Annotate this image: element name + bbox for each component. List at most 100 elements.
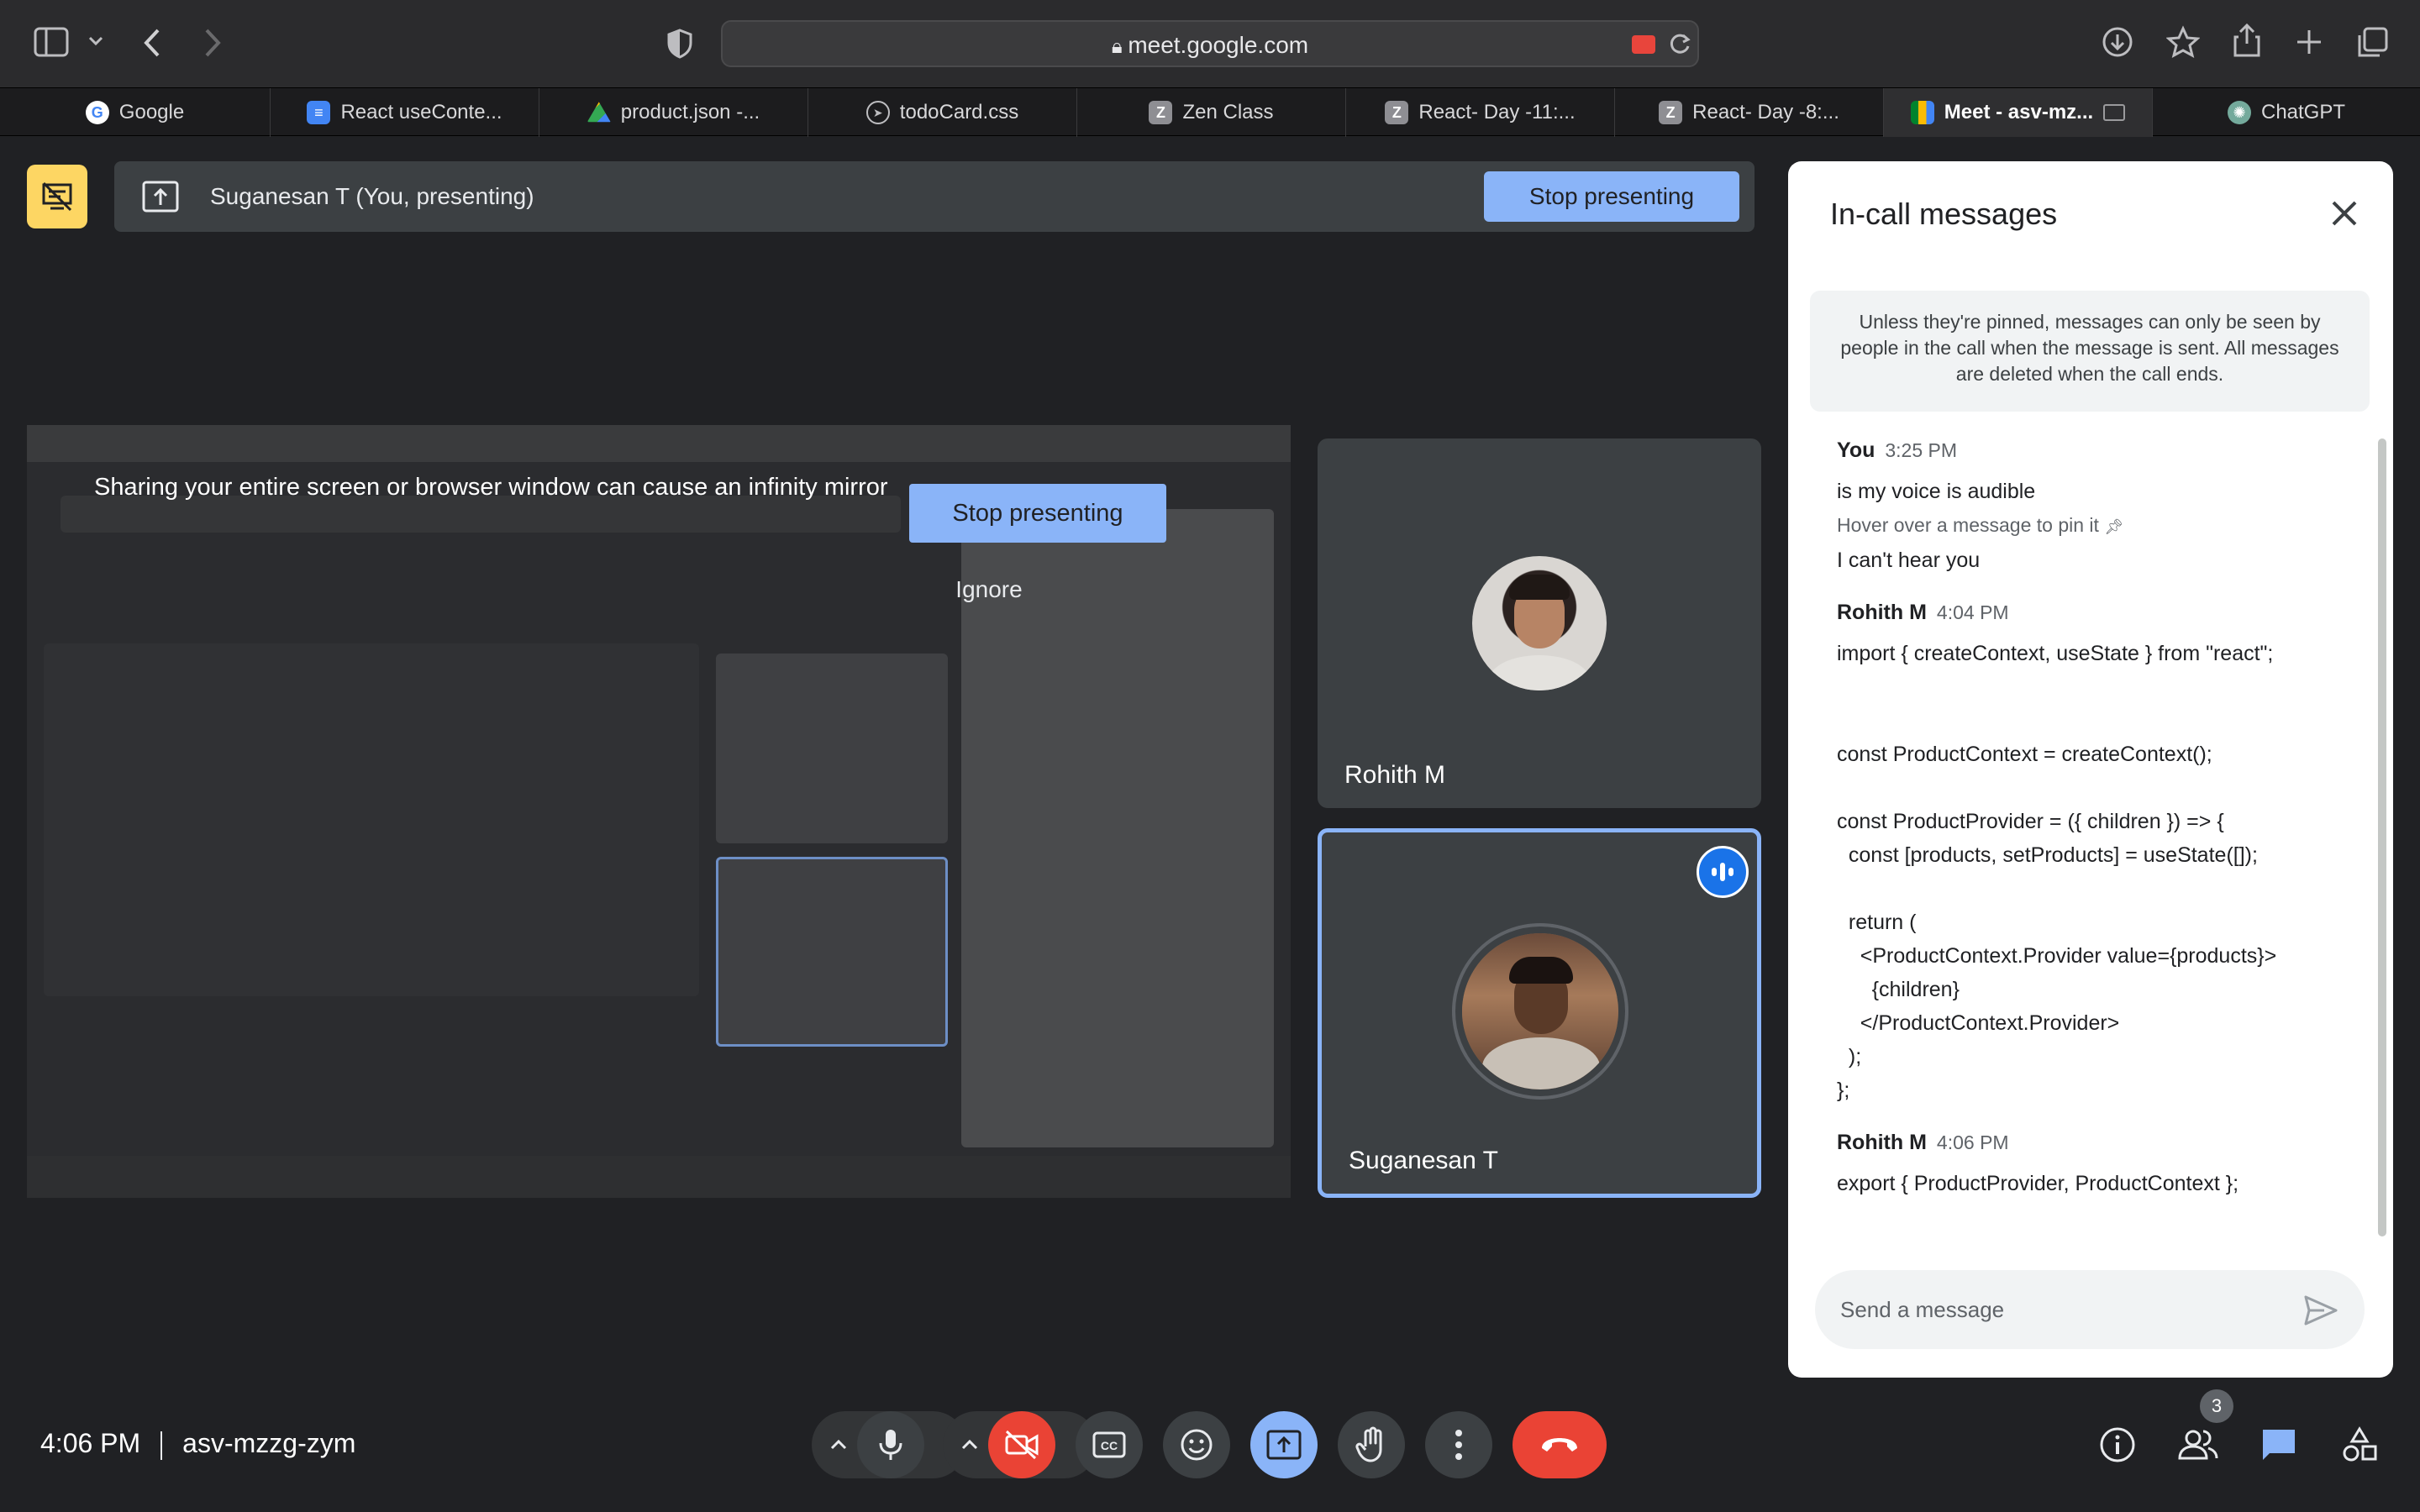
speaking-indicator-icon	[1697, 846, 1749, 898]
presentation-off-icon	[42, 181, 72, 212]
tab-zen-class[interactable]: Z Zen Class	[1077, 88, 1346, 137]
message-list[interactable]: You 3:25 PM is my voice is audible Hover …	[1837, 438, 2324, 1224]
ignore-button[interactable]: Ignore	[926, 576, 1052, 603]
message-code-line	[1837, 872, 2324, 906]
close-icon[interactable]	[2326, 195, 2363, 232]
shield-icon[interactable]	[667, 29, 692, 59]
tab-react-usecontext[interactable]: ≡ React useConte...	[271, 88, 539, 137]
present-now-button[interactable]	[1250, 1411, 1318, 1478]
tab-screen-icon	[2103, 104, 2126, 121]
participant-tile-rohith[interactable]: Rohith M	[1318, 438, 1761, 808]
avatar-shirt	[1482, 1037, 1600, 1089]
message-time: 4:06 PM	[1936, 1131, 2009, 1153]
message-code-line: {children}	[1837, 978, 1960, 1001]
microphone-icon	[879, 1430, 902, 1460]
message-code-line	[1837, 670, 2324, 704]
activities-button[interactable]	[2334, 1420, 2385, 1470]
reload-icon[interactable]	[1667, 32, 1692, 57]
download-icon[interactable]	[2101, 25, 2134, 59]
browser-toolbar: 🔒︎ meet.google.com	[0, 0, 2420, 87]
message-code-line: <ProductContext.Provider value={products…	[1837, 944, 2277, 968]
chevron-down-icon[interactable]	[87, 35, 104, 47]
tab-react-day-8[interactable]: Z React- Day -8:...	[1615, 88, 1884, 137]
info-icon	[2100, 1427, 2135, 1462]
z-icon: Z	[1385, 101, 1409, 124]
message-code-line: return (	[1837, 911, 1917, 934]
address-bar[interactable]: 🔒︎ meet.google.com	[721, 20, 1699, 67]
message-time: 3:25 PM	[1885, 439, 1958, 461]
message-code-line: const ProductContext = createContext();	[1837, 743, 2212, 766]
message-code-line: </ProductContext.Provider>	[1837, 1011, 2120, 1035]
presenting-label: Suganesan T (You, presenting)	[210, 183, 534, 209]
drive-icon	[587, 102, 611, 123]
leave-call-button[interactable]	[1512, 1411, 1607, 1478]
camera-button[interactable]	[988, 1411, 1055, 1478]
meet-icon	[1910, 101, 1934, 124]
meeting-details-button[interactable]	[2092, 1420, 2143, 1470]
sidebar-toggle-icon[interactable]	[34, 27, 69, 57]
stop-presenting-button[interactable]: Stop presenting	[1484, 171, 1739, 222]
in-call-messages-panel: In-call messages Unless they're pinned, …	[1788, 161, 2393, 1378]
hand-icon	[1355, 1426, 1382, 1462]
mirror-chat-panel	[961, 509, 1274, 1147]
tab-react-day-11[interactable]: Z React- Day -11:...	[1346, 88, 1615, 137]
avatar-hair	[1509, 957, 1573, 984]
chat-scrollbar[interactable]	[2378, 438, 2386, 1236]
new-tab-icon[interactable]	[2294, 27, 2324, 57]
svg-text:CC: CC	[1101, 1439, 1118, 1452]
lock-icon: 🔒︎	[1111, 35, 1128, 58]
mirror-stop-presenting-button[interactable]: Stop presenting	[909, 484, 1166, 543]
tab-meet[interactable]: Meet - asv-mz...	[1884, 88, 2153, 137]
send-icon[interactable]	[2301, 1290, 2341, 1331]
mic-options-chevron-icon[interactable]	[829, 1435, 849, 1455]
meeting-time: 4:06 PM	[40, 1428, 141, 1458]
pin-icon[interactable]: 📌︎	[2104, 518, 2123, 535]
presentation-badge[interactable]	[27, 165, 87, 228]
tab-google[interactable]: G Google	[0, 88, 271, 137]
participant-count-badge: 3	[2200, 1389, 2233, 1423]
pin-hint: Hover over a message to pin it	[1837, 514, 2099, 536]
message-group[interactable]: Rohith M 4:04 PM import { createContext, …	[1837, 601, 2324, 1107]
chat-icon	[2263, 1430, 2295, 1460]
people-icon	[2178, 1430, 2218, 1460]
captions-icon: CC	[1092, 1431, 1126, 1458]
infinity-mirror-warning: Sharing your entire screen or browser wi…	[94, 474, 888, 501]
more-options-button[interactable]	[1425, 1411, 1492, 1478]
message-code-line: const [products, setProducts] = useState…	[1837, 843, 2258, 867]
message-sender: Rohith M	[1837, 1131, 1927, 1154]
message-text: export { ProductProvider, ProductContext…	[1837, 1172, 2239, 1195]
avatar	[1462, 933, 1618, 1089]
camera-options-chevron-icon[interactable]	[960, 1435, 980, 1455]
tab-product-json[interactable]: product.json -...	[539, 88, 808, 137]
message-group[interactable]: Rohith M 4:06 PM export { ProductProvider…	[1837, 1131, 2324, 1200]
microphone-button[interactable]	[857, 1411, 924, 1478]
screen-share-indicator-icon[interactable]	[1632, 35, 1655, 54]
reactions-button[interactable]	[1163, 1411, 1230, 1478]
captions-button[interactable]: CC	[1076, 1411, 1143, 1478]
people-button[interactable]	[2173, 1420, 2223, 1470]
raise-hand-button[interactable]	[1338, 1411, 1405, 1478]
tab-bar: G Google ≡ React useConte... product.json …	[0, 87, 2420, 137]
message-text: is my voice is audible	[1837, 480, 2036, 503]
message-composer[interactable]	[1815, 1270, 2365, 1349]
avatar	[1472, 556, 1607, 690]
bookmark-star-icon[interactable]	[2166, 25, 2200, 59]
tab-chatgpt[interactable]: ✺ ChatGPT	[2153, 88, 2420, 137]
camera-off-icon	[1005, 1430, 1039, 1460]
emoji-icon	[1181, 1429, 1213, 1461]
participant-tile-suganesan[interactable]: Suganesan T	[1318, 828, 1761, 1198]
forward-icon[interactable]	[202, 27, 224, 59]
message-text: I can't hear you	[1837, 549, 1981, 572]
message-code-line: const ProductProvider = ({ children }) =…	[1837, 810, 2224, 833]
message-code-line	[1837, 704, 2324, 738]
avatar-shirt	[1489, 655, 1590, 690]
mirror-tile	[716, 654, 948, 843]
send-message-input[interactable]	[1840, 1292, 2294, 1327]
tab-overview-icon[interactable]	[2356, 25, 2390, 59]
google-icon: G	[85, 101, 109, 124]
share-icon[interactable]	[2232, 22, 2262, 59]
back-icon[interactable]	[141, 27, 163, 59]
tab-todocard-css[interactable]: ➤ todoCard.css	[808, 88, 1077, 137]
message-group[interactable]: You 3:25 PM is my voice is audible Hover …	[1837, 438, 2324, 577]
chat-button[interactable]	[2254, 1420, 2304, 1470]
